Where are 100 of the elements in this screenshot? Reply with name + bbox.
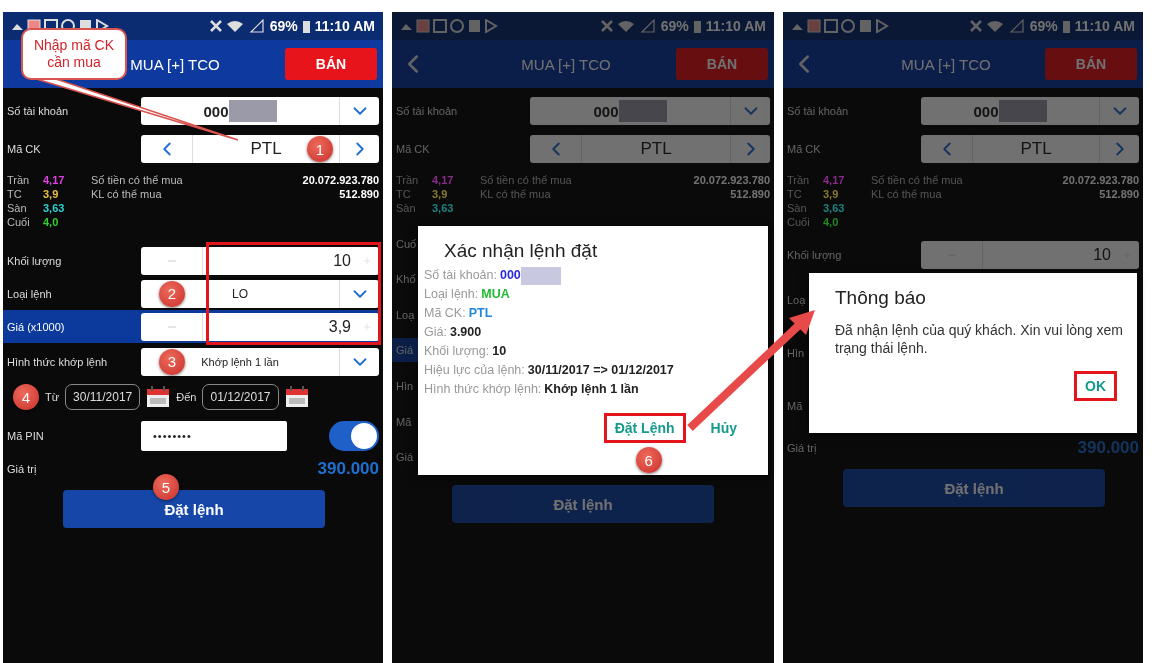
balance-label: KL có thể mua [91, 188, 163, 200]
field-label: Số tài khoản [786, 105, 850, 117]
price-label: TC [787, 188, 803, 200]
field-label: Khối lượng [786, 248, 843, 261]
symbol-field[interactable]: PTL 1 [141, 135, 379, 163]
field-label: Mã [395, 414, 413, 430]
price-value: 3,9 [43, 188, 60, 200]
price-label: Cuối [787, 216, 811, 228]
field-label: Loạ [786, 292, 807, 308]
symbol-field[interactable]: PTL [530, 135, 770, 163]
pin-toggle[interactable] [329, 421, 379, 451]
price-label: Sàn [787, 202, 808, 214]
step-badge: 3 [159, 348, 185, 375]
blurred-block [998, 100, 1047, 122]
balance-label: Số tiền có thể mua [871, 174, 964, 186]
dialog-button[interactable]: Hủy [699, 413, 748, 443]
calendar-icon[interactable] [284, 386, 309, 408]
battery-icon [1062, 19, 1070, 33]
balance-value: 512.890 [338, 188, 379, 200]
price-label: TC [7, 188, 23, 200]
balance-value: 512.890 [1098, 188, 1139, 200]
field-label: Loạ [395, 307, 416, 323]
field-label: Mã PIN [6, 430, 45, 442]
price-value: 4,0 [823, 216, 840, 228]
dialog-button[interactable]: OK [1074, 371, 1117, 401]
sell-button[interactable]: BÁN [1045, 48, 1137, 80]
field-label: Mã [786, 399, 804, 415]
field-label: Giá [395, 450, 415, 466]
symbol-field[interactable]: PTL [921, 135, 1139, 163]
sell-button[interactable]: BÁN [285, 48, 377, 80]
price-value: 3,63 [432, 202, 455, 214]
price-label: Trần [787, 174, 811, 186]
battery-icon [302, 19, 310, 33]
detail-line: Mã CK: PTL [424, 305, 494, 322]
price-value: 3,9 [823, 188, 840, 200]
blurred-block [618, 100, 667, 122]
place-order-button[interactable]: Đặt lệnh [843, 469, 1105, 507]
field-label: Hìn [395, 379, 415, 395]
detail-line: Hiệu lực của lệnh: 30/11/2017 => 01/12/2017 [424, 362, 675, 379]
status-icons-drawing [208, 19, 265, 33]
field-label: Hình thức khớp lệnh [6, 355, 109, 368]
field-label: Cuố [395, 236, 418, 252]
field-label: Loại lệnh [6, 287, 53, 300]
select-field[interactable]: 2 LO [141, 279, 379, 308]
date-field[interactable]: 30/11/2017 [65, 384, 141, 410]
field-label: Giá trị [6, 463, 38, 475]
battery-icon [693, 19, 701, 33]
battery-percent: 69% [1029, 18, 1058, 34]
price-value: 3,9 [432, 188, 449, 200]
field-label: Giá [392, 338, 418, 363]
account-select[interactable]: 000 [141, 97, 379, 125]
balance-label: KL có thể mua [480, 188, 552, 200]
select-field[interactable]: 3 Khớp lệnh 1 lần [141, 347, 379, 376]
field-label: Mã CK [395, 143, 431, 155]
account-select[interactable]: 000 [530, 97, 770, 125]
field-label: Khố [395, 272, 417, 288]
date-field[interactable]: 01/12/2017 [202, 384, 279, 410]
detail-line: Số tài khoản: 000 [424, 266, 758, 285]
price-value: 4,17 [823, 174, 846, 186]
price-value: 3,63 [823, 202, 846, 214]
screen-title: MUA [+] TCO [901, 55, 991, 73]
step-badge: 6 [635, 447, 662, 473]
field-label: Hìn [786, 346, 806, 361]
balance-value: 20.072.923.780 [1062, 174, 1139, 186]
price-value: 4,17 [432, 174, 455, 186]
price-label: Sàn [396, 202, 417, 214]
status-time: 11:10 AM [705, 18, 766, 34]
price-label: Cuối [7, 216, 31, 228]
step-badge: 1 [307, 136, 333, 162]
to-label: Đến [176, 391, 197, 403]
detail-line: Giá: 3.900 [424, 324, 483, 341]
from-label: Từ [45, 391, 60, 403]
calendar-icon[interactable] [146, 386, 171, 408]
balance-value: 512.890 [729, 188, 770, 200]
detail-line: Loại lệnh: MUA [424, 286, 511, 303]
step-badge: 2 [159, 280, 185, 307]
dialog-button[interactable]: Đặt Lệnh [603, 413, 686, 443]
account-select[interactable]: 000 [921, 97, 1139, 125]
pin-field[interactable]: •••••••• [141, 421, 287, 451]
field-label: Giá trị [786, 442, 818, 454]
balance-label: Số tiền có thể mua [91, 174, 184, 186]
step-badge: 4 [13, 384, 39, 410]
battery-percent: 69% [660, 18, 689, 34]
dialog-message: Đã nhận lệnh của quý khách. Xin vui lòng xem trạng thái lệnh. [834, 321, 1124, 357]
detail-line: Hình thức khớp lệnh: Khớp lệnh 1 lần [424, 381, 640, 398]
callout-note: Nhập mã CK cần mua [21, 28, 127, 80]
balance-value: 20.072.923.780 [302, 174, 379, 186]
status-icons-drawing [968, 19, 1025, 33]
field-label: Khối lượng [6, 254, 63, 267]
dialog-title: Xác nhận lệnh đặt [443, 240, 599, 262]
detail-line: Khối lượng: 10 [424, 343, 508, 360]
battery-percent: 69% [269, 18, 298, 34]
place-order-button[interactable]: Đặt lệnh [452, 485, 714, 523]
price-label: Trần [396, 174, 420, 186]
screen-title: MUA [+] TCO [521, 55, 611, 73]
sell-button[interactable]: BÁN [676, 48, 768, 80]
blurred-block [228, 100, 277, 122]
total-value: 390.000 [1077, 438, 1139, 458]
status-icons-drawing [599, 19, 656, 33]
price-value: 4,0 [43, 216, 60, 228]
